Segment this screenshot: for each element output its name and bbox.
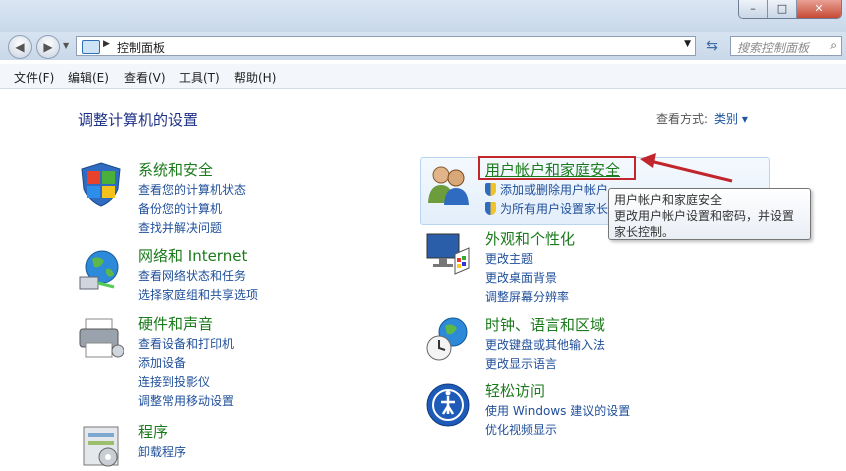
annotation-highlight-box (478, 156, 636, 180)
category-programs: 程序 卸载程序 (78, 421, 378, 469)
ease-of-access-icon (426, 383, 470, 427)
link-mobility-settings[interactable]: 调整常用移动设置 (138, 392, 234, 411)
menu-help[interactable]: 帮助(H) (234, 69, 276, 86)
link-add-device[interactable]: 添加设备 (138, 354, 234, 373)
network-globe-icon (79, 250, 119, 290)
link-label: 添加或删除用户帐户 (500, 183, 609, 197)
maximize-button[interactable]: □ (767, 0, 796, 18)
control-panel-icon (82, 40, 100, 54)
address-dropdown-icon[interactable]: ▼ (684, 39, 691, 49)
search-input[interactable]: 搜索控制面板 ⌕ (730, 36, 842, 56)
menu-edit[interactable]: 编辑(E) (68, 69, 109, 86)
category-title[interactable]: 轻松访问 (485, 380, 545, 401)
close-button[interactable]: ✕ (796, 0, 841, 18)
link-optimize-display[interactable]: 优化视频显示 (485, 421, 630, 440)
tooltip: 用户帐户和家庭安全 更改用户帐户设置和密码，并设置家长控制。 (608, 188, 811, 240)
link-display-language[interactable]: 更改显示语言 (485, 355, 605, 374)
monitor-palette-icon (426, 233, 470, 275)
address-bar[interactable]: ▶ 控制面板 ▼ (76, 36, 696, 56)
link-troubleshoot[interactable]: 查找并解决问题 (138, 219, 246, 238)
category-title[interactable]: 网络和 Internet (138, 245, 247, 266)
page-title: 调整计算机的设置 (78, 111, 199, 129)
refresh-icon[interactable]: ⇆ (702, 38, 722, 54)
shield-flag-icon (81, 162, 121, 207)
menu-file[interactable]: 文件(F) (14, 69, 54, 86)
link-devices-printers[interactable]: 查看设备和打印机 (138, 335, 234, 354)
window-controls: – □ ✕ (738, 0, 842, 19)
forward-button[interactable]: ▶ (36, 35, 60, 59)
link-label: 为所有用户设置家长 (500, 202, 609, 216)
search-icon[interactable]: ⌕ (830, 38, 837, 53)
programs-icon (83, 426, 119, 467)
link-network-status[interactable]: 查看网络状态和任务 (138, 267, 258, 286)
link-screen-resolution[interactable]: 调整屏幕分辨率 (485, 288, 569, 307)
view-mode-label: 查看方式: (656, 112, 709, 126)
breadcrumb-arrow-icon[interactable]: ▶ (103, 39, 110, 49)
search-placeholder: 搜索控制面板 (737, 41, 810, 55)
link-add-remove-accounts[interactable]: 添加或删除用户帐户 (485, 181, 608, 200)
view-mode: 查看方式: 类别 ▾ (656, 110, 748, 127)
view-mode-dropdown[interactable]: 类别 ▾ (714, 112, 748, 126)
minimize-button[interactable]: – (739, 0, 767, 18)
back-button[interactable]: ◀ (8, 35, 32, 59)
link-desktop-background[interactable]: 更改桌面背景 (485, 269, 569, 288)
category-title[interactable]: 程序 (138, 421, 168, 442)
category-network-internet: 网络和 Internet 查看网络状态和任务 选择家庭组和共享选项 (78, 245, 378, 305)
users-icon (428, 166, 469, 205)
link-view-computer-status[interactable]: 查看您的计算机状态 (138, 181, 246, 200)
link-uninstall-program[interactable]: 卸载程序 (138, 443, 186, 462)
printer-icon (79, 318, 124, 358)
link-backup-computer[interactable]: 备份您的计算机 (138, 200, 246, 219)
title-bar: – □ ✕ (0, 0, 846, 32)
category-system-security: 系统和安全 查看您的计算机状态 备份您的计算机 查找并解决问题 (78, 159, 378, 235)
menu-tools[interactable]: 工具(T) (179, 69, 220, 86)
category-clock-language: 时钟、语言和区域 更改键盘或其他输入法 更改显示语言 (425, 314, 725, 374)
menu-bar: 文件(F) 编辑(E) 查看(V) 工具(T) 帮助(H) (0, 64, 846, 89)
uac-shield-icon (485, 183, 496, 196)
link-windows-suggestions[interactable]: 使用 Windows 建议的设置 (485, 402, 630, 421)
link-change-keyboard[interactable]: 更改键盘或其他输入法 (485, 336, 605, 355)
category-title[interactable]: 系统和安全 (138, 159, 213, 180)
uac-shield-icon (485, 202, 496, 215)
recent-pages-chevron-icon[interactable]: ▼ (63, 41, 69, 50)
content-area: 调整计算机的设置 查看方式: 类别 ▾ 系统和安全 查看您的计算机状态 备份您的计… (0, 89, 846, 471)
tooltip-description: 更改用户帐户设置和密码，并设置家长控制。 (614, 209, 795, 239)
link-parental-controls[interactable]: 为所有用户设置家长 (485, 200, 608, 219)
category-title[interactable]: 时钟、语言和区域 (485, 314, 605, 335)
category-title[interactable]: 外观和个性化 (485, 228, 575, 249)
category-title[interactable]: 硬件和声音 (138, 313, 213, 334)
clock-globe-icon (426, 317, 468, 361)
link-connect-projector[interactable]: 连接到投影仪 (138, 373, 234, 392)
link-change-theme[interactable]: 更改主题 (485, 250, 569, 269)
breadcrumb-control-panel[interactable]: 控制面板 (117, 39, 165, 56)
menu-view[interactable]: 查看(V) (124, 69, 166, 86)
category-ease-of-access: 轻松访问 使用 Windows 建议的设置 优化视频显示 (425, 380, 725, 440)
navigation-bar: ◀ ▶ ▼ ▶ 控制面板 ▼ ⇆ 搜索控制面板 ⌕ (0, 32, 846, 60)
tooltip-title: 用户帐户和家庭安全 (614, 193, 723, 207)
link-homegroup-sharing[interactable]: 选择家庭组和共享选项 (138, 286, 258, 305)
annotation-arrow-icon (640, 153, 733, 183)
category-hardware-sound: 硬件和声音 查看设备和打印机 添加设备 连接到投影仪 调整常用移动设置 (78, 313, 378, 408)
